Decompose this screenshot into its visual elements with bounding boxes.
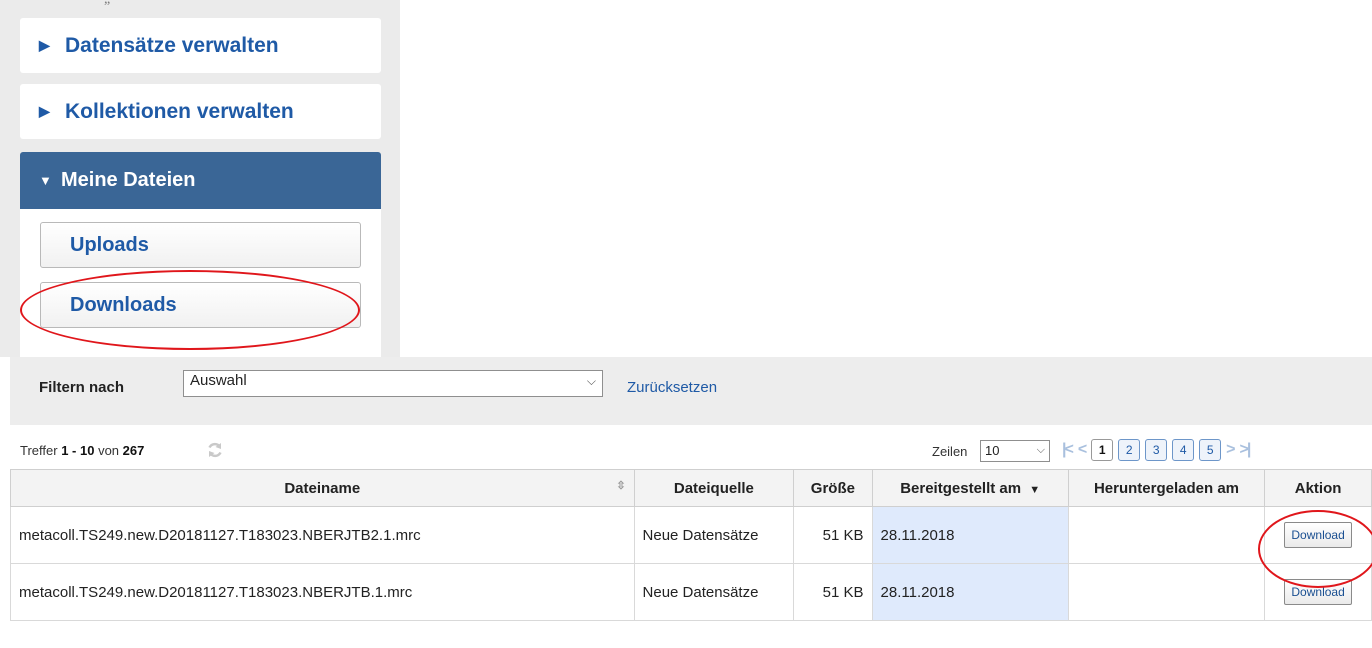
downloads-button[interactable]: Downloads — [40, 282, 361, 328]
col-bereitgestellt[interactable]: Bereitgestellt am ▼ — [871, 469, 1069, 507]
nav-label: Meine Dateien — [61, 169, 196, 191]
rows-per-page-select[interactable]: 10 ⌵ — [980, 440, 1050, 462]
filter-select-value: Auswahl — [190, 372, 247, 389]
filter-select[interactable]: Auswahl ⌵ — [183, 370, 603, 397]
page-button-1[interactable]: 1 — [1091, 439, 1114, 461]
chevron-down-icon: ⌵ — [1036, 444, 1045, 456]
sidebar: „ ▶ Datensätze verwalten ▶ Kollektionen … — [0, 0, 400, 357]
col-label: Dateiname — [284, 479, 361, 497]
cell-source: Neue Datensätze — [633, 563, 795, 621]
download-button[interactable]: Download — [1284, 522, 1352, 548]
page-button-5[interactable]: 5 — [1199, 439, 1222, 461]
quote-mark: „ — [104, 0, 110, 8]
nav-datensaetze-verwalten[interactable]: ▶ Datensätze verwalten — [20, 18, 381, 73]
sort-desc-icon: ▼ — [1029, 483, 1041, 496]
col-heruntergeladen[interactable]: Heruntergeladen am — [1067, 469, 1266, 507]
hit-count: Treffer 1 - 10 von 267 — [20, 443, 144, 458]
triangle-down-icon: ▼ — [39, 173, 52, 188]
table-row: metacoll.TS249.new.D20181127.T183023.NBE… — [10, 563, 1372, 621]
cell-downloaded — [1067, 506, 1266, 564]
cell-filename: metacoll.TS249.new.D20181127.T183023.NBE… — [10, 506, 635, 564]
col-dateiquelle[interactable]: Dateiquelle — [633, 469, 795, 507]
page-button-4[interactable]: 4 — [1172, 439, 1195, 461]
cell-size: 51 KB — [793, 506, 873, 564]
cell-filename: metacoll.TS249.new.D20181127.T183023.NBE… — [10, 563, 635, 621]
cell-size: 51 KB — [793, 563, 873, 621]
last-page-icon[interactable]: >| — [1240, 441, 1252, 459]
nav-label: Datensätze verwalten — [65, 33, 279, 57]
meine-dateien-panel: Uploads Downloads — [20, 209, 381, 357]
download-button[interactable]: Download — [1284, 579, 1352, 605]
hits-prefix: Treffer — [20, 443, 58, 458]
uploads-button[interactable]: Uploads — [40, 222, 361, 268]
rows-select-value: 10 — [985, 443, 1000, 458]
col-aktion: Aktion — [1264, 469, 1372, 507]
col-label: Bereitgestellt am — [900, 479, 1022, 497]
prev-page-icon[interactable]: < — [1078, 441, 1087, 459]
page-button-3[interactable]: 3 — [1145, 439, 1168, 461]
table-row: metacoll.TS249.new.D20181127.T183023.NBE… — [10, 506, 1372, 564]
hits-of: von — [98, 443, 120, 458]
cell-source: Neue Datensätze — [633, 506, 795, 564]
col-groesse[interactable]: Größe — [793, 469, 873, 507]
filter-bar: Filtern nach Auswahl ⌵ Zurücksetzen — [10, 357, 1372, 425]
nav-label: Kollektionen verwalten — [65, 99, 294, 123]
nav-kollektionen-verwalten[interactable]: ▶ Kollektionen verwalten — [20, 84, 381, 139]
triangle-right-icon: ▶ — [39, 103, 50, 119]
rows-label: Zeilen — [932, 444, 968, 459]
reset-link[interactable]: Zurücksetzen — [627, 379, 717, 396]
hits-range: 1 - 10 — [61, 443, 95, 458]
refresh-icon[interactable] — [206, 441, 224, 459]
table-header-row: Dateiname ⇳ Dateiquelle Größe Bereitgest… — [10, 469, 1372, 507]
first-page-icon[interactable]: |< — [1062, 441, 1074, 459]
sort-icon: ⇳ — [616, 480, 626, 492]
filter-label: Filtern nach — [39, 379, 125, 396]
cell-action: Download — [1264, 563, 1372, 621]
cell-action: Download — [1264, 506, 1372, 564]
cell-downloaded — [1067, 563, 1266, 621]
chevron-down-icon: ⌵ — [586, 374, 596, 388]
page-button-2[interactable]: 2 — [1118, 439, 1141, 461]
hits-total: 267 — [122, 443, 145, 458]
downloads-table: Dateiname ⇳ Dateiquelle Größe Bereitgest… — [10, 469, 1372, 621]
cell-provided: 28.11.2018 — [871, 563, 1069, 621]
next-page-icon[interactable]: > — [1226, 441, 1235, 459]
nav-meine-dateien[interactable]: ▼ Meine Dateien — [20, 152, 381, 209]
triangle-right-icon: ▶ — [39, 37, 50, 53]
col-dateiname[interactable]: Dateiname ⇳ — [10, 469, 635, 507]
cell-provided: 28.11.2018 — [871, 506, 1069, 564]
pagination: |< < 1 2 3 4 5 > >| — [1062, 439, 1255, 461]
